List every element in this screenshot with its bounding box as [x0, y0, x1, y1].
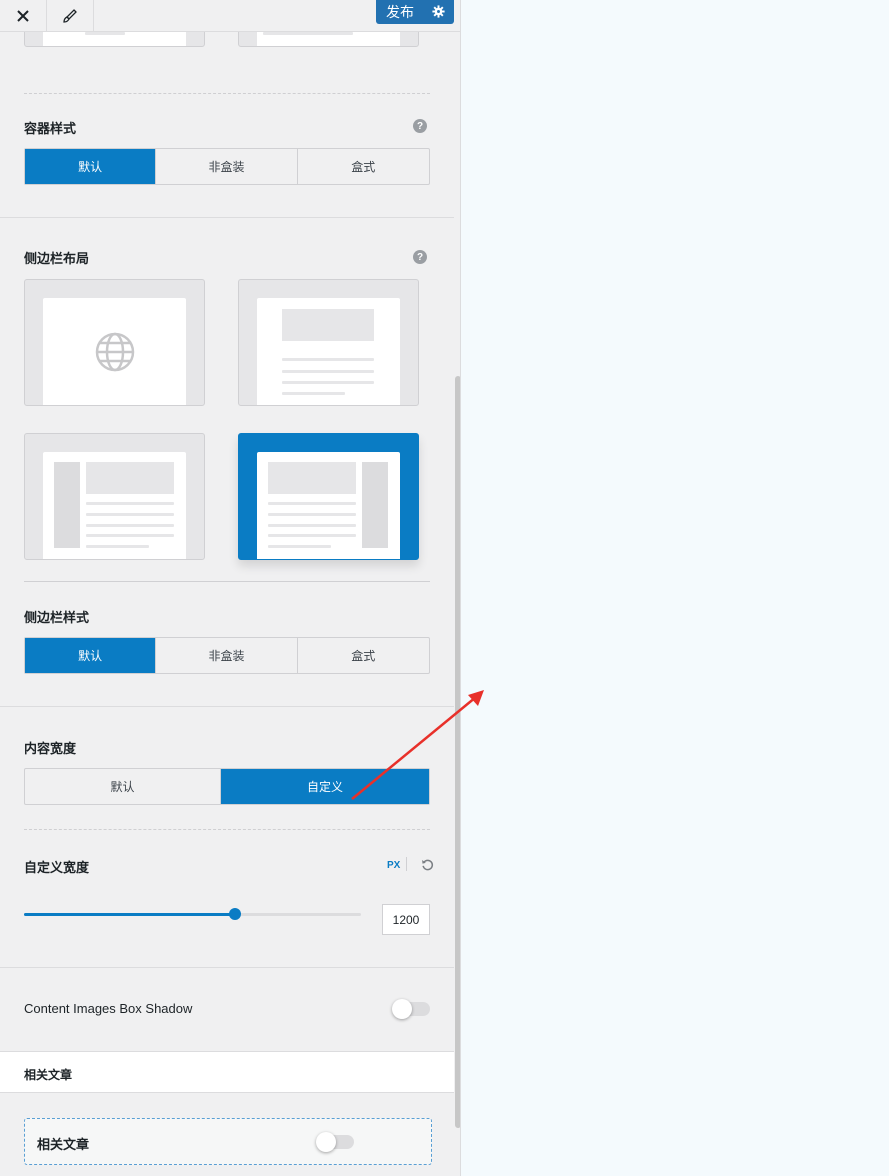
- publish-button[interactable]: 发布: [376, 0, 454, 24]
- top-bar: 发布: [0, 0, 460, 32]
- annotation-arrow: [351, 690, 484, 800]
- gear-icon[interactable]: [432, 5, 445, 18]
- brush-button[interactable]: [47, 0, 94, 31]
- publish-label: 发布: [386, 4, 414, 20]
- close-button[interactable]: [0, 0, 47, 31]
- brush-icon: [63, 8, 77, 23]
- close-icon: [17, 9, 29, 22]
